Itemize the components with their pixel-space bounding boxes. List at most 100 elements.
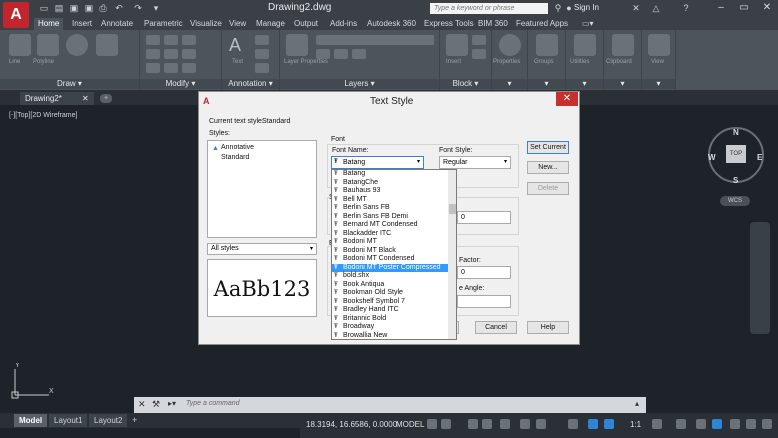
leader-icon[interactable] <box>255 49 269 59</box>
save-icon[interactable]: ▣ <box>68 3 80 14</box>
block-panel-title[interactable]: Block ▾ <box>440 79 491 89</box>
modify-panel-title[interactable]: Modify ▾ <box>140 79 221 89</box>
compass-west[interactable]: W <box>708 153 716 162</box>
circle-icon[interactable] <box>66 34 88 56</box>
font-list-item[interactable]: Ŧ Broadway <box>332 323 448 332</box>
command-input[interactable]: Type a command <box>186 400 240 407</box>
layer-off-icon[interactable] <box>316 49 330 59</box>
tab-layout2[interactable]: Layout2 <box>89 414 128 427</box>
dropdown-scrollbar[interactable] <box>448 170 456 339</box>
wrench-icon[interactable]: ⚒ <box>152 399 160 410</box>
isolate-icon[interactable] <box>696 419 706 429</box>
clipboard-icon[interactable] <box>612 34 634 56</box>
osnap-icon[interactable] <box>536 419 546 429</box>
compass-east[interactable]: E <box>757 153 762 162</box>
annotation-scale[interactable]: 1:1 <box>630 420 641 429</box>
isodraft-icon[interactable] <box>500 419 510 429</box>
customization-icon[interactable] <box>746 419 756 429</box>
style-filter-select[interactable]: All styles ▾ <box>207 243 317 255</box>
mirror-icon[interactable] <box>164 49 178 59</box>
redo-icon[interactable]: ↷ <box>132 3 144 14</box>
layer-isolate-icon[interactable] <box>334 49 348 59</box>
scrollbar-thumb[interactable] <box>449 204 456 214</box>
view-panel-title[interactable]: ▾ <box>642 79 675 89</box>
help-icon[interactable]: ? <box>680 3 692 14</box>
font-name-dropdown-list[interactable]: Ŧ Batang Ŧ BatangChe Ŧ Bauhaus 93 Ŧ Bell MT Ŧ Ber… <box>331 169 457 340</box>
scale-icon[interactable] <box>164 63 178 73</box>
font-list-item[interactable]: Ŧ Berlin Sans FB Demi <box>332 213 448 222</box>
qat-dropdown-icon[interactable]: ▾ <box>150 3 162 14</box>
font-list-item[interactable]: Ŧ Britannic Bold <box>332 315 448 324</box>
viewcube-top[interactable]: TOP <box>726 145 746 163</box>
close-icon[interactable]: ✕ <box>138 399 146 410</box>
tab-layout1[interactable]: Layout1 <box>49 414 88 427</box>
layer-properties-icon[interactable] <box>286 34 308 56</box>
minimize-icon[interactable]: – <box>710 0 732 15</box>
layers-panel-title[interactable]: Layers ▾ <box>280 79 439 89</box>
annotation-visibility-icon[interactable] <box>588 419 598 429</box>
line-icon[interactable] <box>9 34 31 56</box>
font-list-item[interactable]: Ŧ Book Antiqua <box>332 281 448 290</box>
compass-south[interactable]: S <box>733 176 738 185</box>
clipboard-panel-title[interactable]: ▾ <box>604 79 641 89</box>
font-style-select[interactable]: Regular ▾ <box>439 156 511 169</box>
font-list-item[interactable]: Ŧ Blackadder ITC <box>332 230 448 239</box>
tab-express-tools[interactable]: Express Tools <box>420 18 478 30</box>
polar-icon[interactable] <box>482 419 492 429</box>
snap-icon[interactable] <box>441 419 451 429</box>
undo-icon[interactable]: ↶ <box>113 3 125 14</box>
font-list-item[interactable]: Ŧ Bauhaus 93 <box>332 187 448 196</box>
font-list-item[interactable]: Ŧbold.shx <box>332 272 448 281</box>
new-button[interactable]: New... <box>527 161 569 174</box>
close-icon[interactable]: ✕ <box>756 0 778 15</box>
tab-output[interactable]: Output <box>290 18 322 30</box>
annotation-panel-title[interactable]: Annotation ▾ <box>222 79 279 89</box>
dimension-icon[interactable] <box>255 35 269 45</box>
set-current-button[interactable]: Set Current <box>527 141 569 154</box>
workspace-icon[interactable] <box>652 419 662 429</box>
ortho-icon[interactable] <box>468 419 478 429</box>
font-list-item[interactable]: Ŧ Batang <box>332 170 448 179</box>
osnap-tracking-icon[interactable] <box>520 419 530 429</box>
a360-icon[interactable]: △ <box>650 3 662 14</box>
menu-icon[interactable] <box>762 419 772 429</box>
polyline-icon[interactable] <box>37 34 59 56</box>
viewport-controls[interactable]: [-][Top][2D Wireframe] <box>9 112 77 119</box>
layer-dropdown[interactable] <box>316 35 434 45</box>
text-icon[interactable]: A <box>229 34 251 56</box>
properties-icon[interactable] <box>499 34 521 56</box>
save-as-icon[interactable]: ▣ <box>83 3 95 14</box>
groups-panel-title[interactable]: ▾ <box>528 79 565 89</box>
styles-list[interactable]: ▲ Annotative Standard <box>207 140 317 238</box>
tab-manage[interactable]: Manage <box>252 18 289 30</box>
font-list-item[interactable]: Ŧ Bookshelf Symbol 7 <box>332 298 448 307</box>
font-list-item[interactable]: Ŧ Bell MT <box>332 196 448 205</box>
autoscale-icon[interactable] <box>604 419 614 429</box>
tab-insert[interactable]: Insert <box>68 18 96 30</box>
move-icon[interactable] <box>146 35 160 45</box>
tab-model[interactable]: Model <box>14 414 48 427</box>
ribbon-options-icon[interactable]: ▭▾ <box>578 18 598 30</box>
rotate-icon[interactable] <box>164 35 178 45</box>
font-list-item[interactable]: Ŧ Berlin Sans FB <box>332 204 448 213</box>
arc-icon[interactable] <box>96 34 118 56</box>
cancel-button[interactable]: Cancel <box>475 321 517 334</box>
maximize-icon[interactable]: ▭ <box>733 0 755 15</box>
tab-annotate[interactable]: Annotate <box>97 18 137 30</box>
exchange-icon[interactable]: ✕ <box>630 3 642 14</box>
draw-panel-title[interactable]: Draw ▾ <box>0 79 139 89</box>
font-list-item[interactable]: Ŧ Bodoni MT <box>332 238 448 247</box>
dialog-title-bar[interactable]: A Text Style ✕ <box>199 92 579 110</box>
trim-icon[interactable] <box>182 35 196 45</box>
plus-icon[interactable] <box>676 419 686 429</box>
insert-icon[interactable] <box>446 34 468 56</box>
wcs-menu[interactable]: WCS <box>720 196 750 206</box>
font-name-select[interactable]: Ŧ Batang ▾ <box>331 156 424 169</box>
lineweight-icon[interactable] <box>568 419 578 429</box>
grid-icon[interactable] <box>427 419 437 429</box>
close-icon[interactable]: ✕ <box>556 92 578 106</box>
search-input[interactable]: Type a keyword or phrase <box>430 3 548 14</box>
layer-freeze-icon[interactable] <box>352 49 366 59</box>
create-block-icon[interactable] <box>472 35 486 45</box>
new-icon[interactable]: ▭ <box>38 3 50 14</box>
